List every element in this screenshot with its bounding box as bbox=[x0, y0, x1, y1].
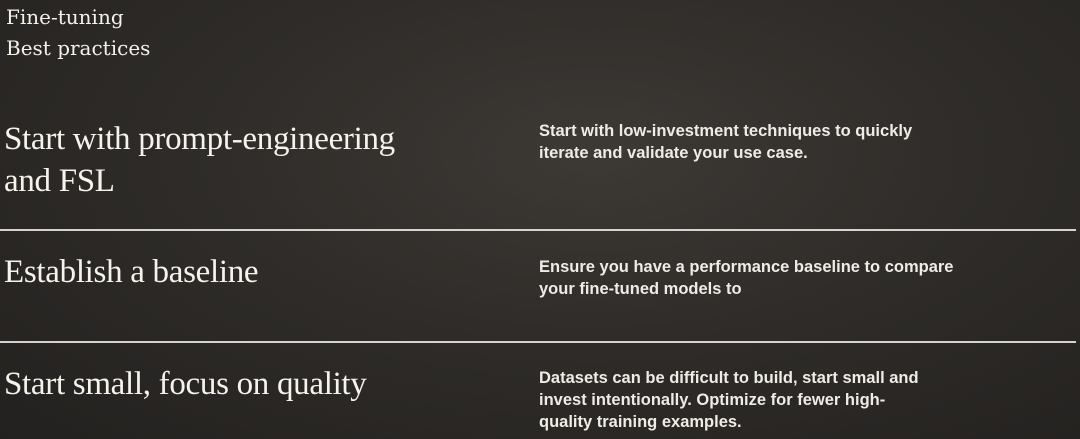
practice-title-3: Start small, focus on quality bbox=[4, 366, 367, 402]
slide-subtitle: Best practices bbox=[6, 36, 151, 60]
slide-title: Fine-tuning bbox=[6, 5, 124, 29]
practice-title-1: Start with prompt-engineering and FSL bbox=[4, 121, 395, 199]
practice-description-2: Ensure you have a performance baseline t… bbox=[539, 258, 954, 298]
divider-2 bbox=[0, 341, 1076, 343]
slide-header: Fine-tuning Best practices bbox=[6, 2, 150, 64]
practice-description-3: Datasets can be difficult to build, star… bbox=[539, 369, 919, 431]
practice-title-2: Establish a baseline bbox=[4, 254, 259, 290]
divider-1 bbox=[0, 229, 1076, 231]
practice-description-1: Start with low-investment techniques to … bbox=[539, 122, 913, 162]
